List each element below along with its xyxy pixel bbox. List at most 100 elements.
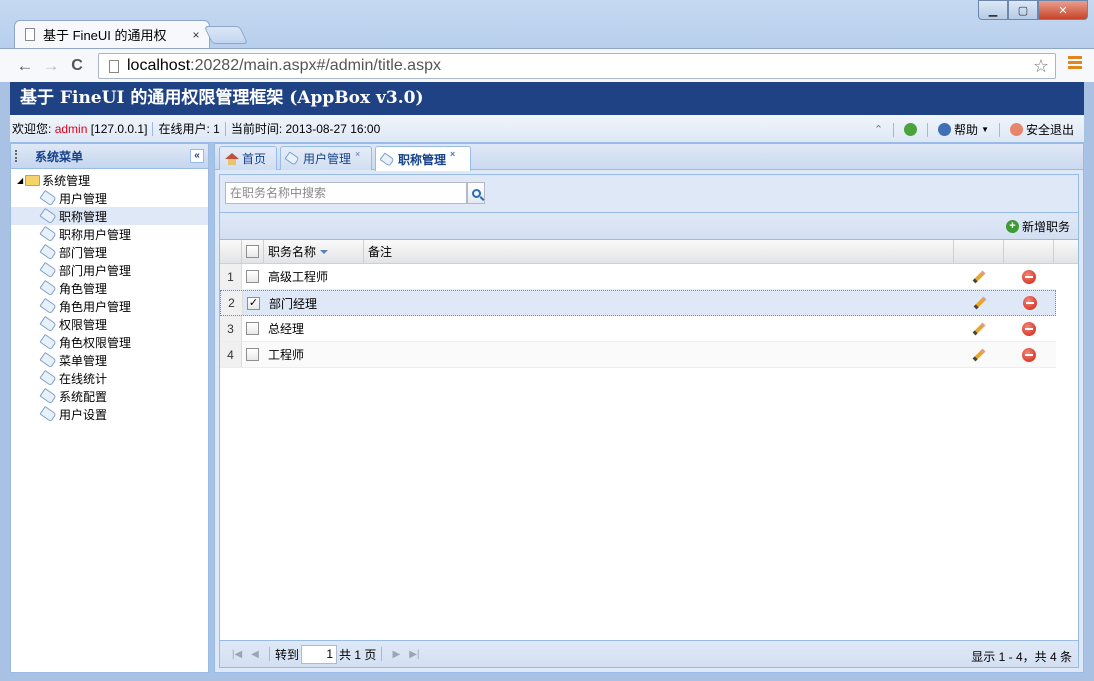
edit-pencil-icon[interactable]	[972, 348, 986, 361]
pager-info: 显示 1 - 4，共 4 条	[971, 650, 1072, 664]
row-number: 4	[220, 342, 242, 367]
row-checkbox[interactable]: ✓	[247, 296, 260, 310]
tag-icon	[39, 333, 57, 351]
sidebar-item-label: 菜单管理	[59, 353, 108, 368]
table-row[interactable]: 4 工程师	[220, 342, 1056, 368]
sidebar-item[interactable]: 菜单管理	[11, 351, 208, 369]
first-page-icon[interactable]: |◀	[228, 649, 246, 660]
sidebar-item-label: 职称用户管理	[59, 227, 132, 242]
last-page-icon[interactable]: ▶|	[405, 649, 423, 660]
sidebar-item[interactable]: 职称用户管理	[11, 225, 208, 243]
delete-icon[interactable]	[1022, 269, 1036, 284]
sidebar-item[interactable]: 用户管理	[11, 189, 208, 207]
total-pages: 共 1 页	[339, 647, 377, 662]
sidebar-item[interactable]: 在线统计	[11, 369, 208, 387]
help-button[interactable]: 帮助 ▼	[934, 121, 993, 138]
new-tab-button[interactable]	[203, 26, 249, 44]
sidebar-item-label: 角色用户管理	[59, 299, 132, 314]
table-row[interactable]: 3 总经理	[220, 316, 1056, 342]
tab-title: 基于 FineUI 的通用权	[43, 28, 167, 43]
back-button[interactable]: ←	[12, 56, 38, 76]
edit-pencil-icon[interactable]	[973, 296, 987, 310]
tree-root-label: 系统管理	[42, 173, 91, 188]
tab-close-icon[interactable]: ×	[450, 149, 455, 159]
add-icon: +	[1005, 220, 1019, 233]
row-checkbox-cell	[242, 264, 264, 289]
sidebar-item-label: 系统配置	[59, 389, 108, 404]
select-all-checkbox[interactable]	[246, 245, 259, 258]
sidebar-item-label: 职称管理	[59, 209, 108, 224]
menu-tree: ◢ 系统管理 用户管理职称管理职称用户管理 部门管理 部门用户管理 角色管理角色用户管…	[11, 169, 208, 423]
minimize-button[interactable]: ▁	[978, 0, 1008, 20]
sidebar-item[interactable]: 角色权限管理	[11, 333, 208, 351]
tab-close-icon[interactable]: ×	[355, 149, 360, 159]
delete-icon[interactable]	[1022, 321, 1036, 336]
online-count: 1	[213, 121, 220, 136]
page-number-input[interactable]: 1	[301, 644, 338, 664]
logout-button[interactable]: 安全退出	[1006, 121, 1078, 138]
info-bar: 欢迎您: admin [127.0.0.1] 在线用户: 1 当前时间: 201…	[10, 115, 1084, 143]
sidebar-item[interactable]: 系统配置	[11, 387, 208, 405]
forward-button[interactable]: →	[38, 56, 64, 76]
sidebar-item-label: 用户管理	[59, 191, 108, 206]
expand-arrow-icon[interactable]: ◢	[17, 176, 23, 185]
collapse-sidebar-button[interactable]: «	[190, 149, 204, 163]
divider	[381, 647, 383, 661]
sidebar-item[interactable]: 用户设置	[11, 405, 208, 423]
refresh-icon[interactable]	[900, 123, 921, 136]
header-note[interactable]: 备注	[364, 240, 954, 263]
delete-icon[interactable]	[1022, 347, 1036, 362]
tag-icon	[39, 405, 57, 423]
welcome-label: 欢迎您:	[12, 121, 52, 136]
browser-menu-icon[interactable]	[1068, 56, 1082, 71]
tag-icon	[39, 279, 57, 297]
browser-tab[interactable]: 基于 FineUI 的通用权 ×	[14, 20, 210, 48]
next-page-icon[interactable]: ▶	[387, 649, 405, 660]
search-button[interactable]	[467, 182, 485, 204]
bookmark-star-icon[interactable]: ☆	[1033, 56, 1049, 77]
address-bar[interactable]: localhost:20282/main.aspx#/admin/title.a…	[98, 53, 1056, 79]
online-info: 在线用户: 1	[153, 121, 226, 136]
row-checkbox[interactable]	[246, 270, 259, 283]
user-ip: [127.0.0.1]	[90, 121, 148, 136]
delete-icon[interactable]	[1023, 296, 1037, 310]
header-name[interactable]: 职务名称	[264, 240, 364, 263]
edit-pencil-icon[interactable]	[972, 322, 986, 335]
tag-icon	[39, 207, 57, 225]
note-cell	[365, 291, 955, 315]
table-row[interactable]: 2 ✓ 部门经理	[220, 290, 1056, 316]
tab-users[interactable]: 用户管理 ×	[280, 146, 372, 170]
sidebar-item-label: 部门管理	[59, 245, 108, 260]
sidebar-header: 系统菜单 «	[11, 144, 208, 169]
sidebar-item[interactable]: 角色用户管理	[11, 297, 208, 315]
column-header-label: 职务名称	[268, 245, 317, 259]
maximize-button[interactable]: ▢	[1008, 0, 1038, 20]
page-icon	[25, 28, 35, 41]
edit-pencil-icon[interactable]	[972, 270, 986, 283]
row-checkbox[interactable]	[246, 348, 259, 361]
reload-button[interactable]: C	[64, 57, 90, 75]
sidebar-item[interactable]: 部门用户管理	[11, 261, 208, 279]
sidebar-item[interactable]: 职称管理	[11, 207, 208, 225]
search-row: 在职务名称中搜索	[220, 175, 1078, 213]
sidebar-item[interactable]: 角色管理	[11, 279, 208, 297]
refresh-icon-shape	[904, 123, 918, 136]
add-title-button[interactable]: + 新增职务	[1005, 218, 1070, 235]
collapse-up-icon[interactable]: ⌃	[870, 123, 887, 136]
row-checkbox[interactable]	[246, 322, 259, 335]
tab-home[interactable]: 首页	[219, 146, 277, 170]
column-header-label: 备注	[368, 245, 393, 259]
table-row[interactable]: 1 高级工程师	[220, 264, 1056, 290]
tab-titles[interactable]: 职称管理 ×	[375, 146, 471, 171]
search-input[interactable]: 在职务名称中搜索	[225, 182, 467, 204]
divider	[893, 122, 895, 137]
sidebar-item[interactable]: 权限管理	[11, 315, 208, 333]
edit-cell	[954, 316, 1004, 341]
tree-node-system[interactable]: ◢ 系统管理	[11, 171, 208, 189]
sidebar-item[interactable]: 部门管理	[11, 243, 208, 261]
goto-label: 转到	[275, 647, 300, 662]
tab-close-icon[interactable]: ×	[189, 28, 203, 42]
prev-page-icon[interactable]: ◀	[246, 649, 264, 660]
folder-icon	[25, 174, 41, 186]
close-window-button[interactable]: ✕	[1038, 0, 1088, 20]
